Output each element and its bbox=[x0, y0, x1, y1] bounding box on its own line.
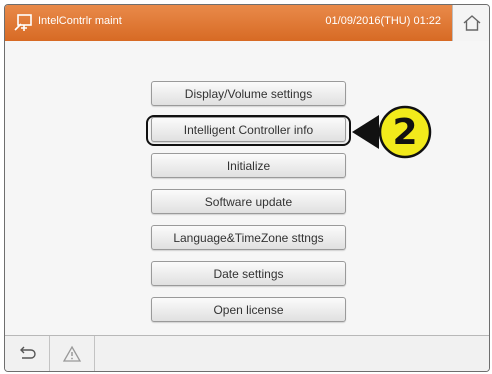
tools-icon bbox=[14, 14, 32, 31]
software-update-button[interactable]: Software update bbox=[151, 189, 346, 214]
home-icon bbox=[463, 15, 480, 31]
footer-bar bbox=[5, 335, 489, 371]
language-timezone-settings-button[interactable]: Language&TimeZone sttngs bbox=[151, 225, 346, 250]
app-window: IntelContrlr maint 01/09/2016(THU) 01:22… bbox=[4, 4, 490, 372]
step-callout: 2 bbox=[352, 105, 432, 159]
display-volume-settings-button[interactable]: Display/Volume settings bbox=[151, 81, 346, 106]
open-license-button[interactable]: Open license bbox=[151, 297, 346, 322]
back-icon bbox=[20, 346, 36, 359]
initialize-button[interactable]: Initialize bbox=[151, 153, 346, 178]
datetime-display: 01/09/2016(THU) 01:22 bbox=[325, 15, 441, 27]
selection-highlight bbox=[146, 115, 351, 146]
warning-button[interactable] bbox=[50, 336, 95, 371]
back-button[interactable] bbox=[5, 336, 50, 371]
header-bar: IntelContrlr maint 01/09/2016(THU) 01:22 bbox=[5, 5, 489, 41]
step-number: 2 bbox=[392, 112, 417, 153]
home-button[interactable] bbox=[452, 5, 489, 41]
date-settings-button[interactable]: Date settings bbox=[151, 261, 346, 286]
app-title: IntelContrlr maint bbox=[38, 15, 122, 27]
warning-icon bbox=[62, 345, 82, 362]
